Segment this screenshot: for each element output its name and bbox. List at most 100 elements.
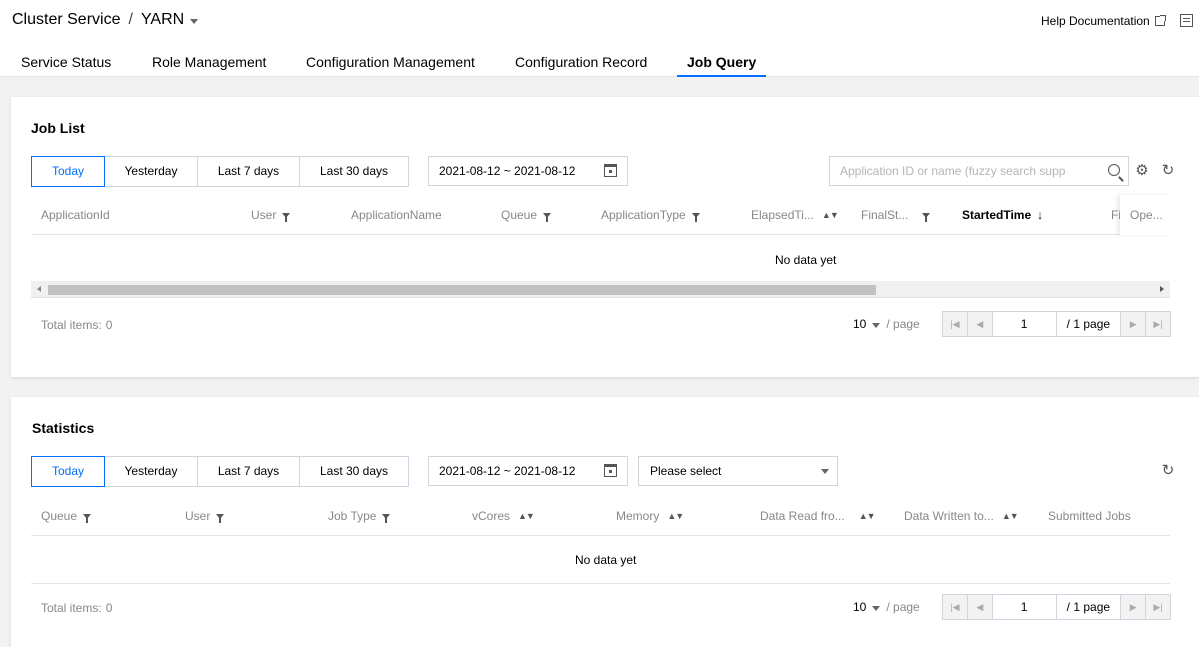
tab-service-status[interactable]: Service Status (21, 54, 111, 83)
horizontal-scrollbar[interactable] (31, 281, 1170, 298)
range-today[interactable]: Today (31, 156, 105, 187)
filter-icon[interactable] (922, 213, 931, 222)
col-elapsed-time: ElapsedTi... ▲▼ (751, 195, 839, 235)
tab-role-management[interactable]: Role Management (152, 54, 266, 83)
top-bar: Cluster Service / YARN Help Documentatio… (0, 0, 1199, 77)
filter-icon[interactable] (282, 213, 291, 222)
external-link-icon (1154, 15, 1166, 26)
tab-configuration-record[interactable]: Configuration Record (515, 54, 647, 83)
scroll-right-arrow-icon[interactable] (1160, 286, 1164, 292)
prev-page-button[interactable]: ◀ (967, 312, 993, 336)
col-submitted-jobs: Submitted Jobs (1048, 509, 1131, 523)
empty-state-text: No data yet (575, 553, 637, 567)
filter-icon[interactable] (382, 514, 391, 523)
component-label: YARN (140, 11, 185, 28)
col-application-type: ApplicationType (601, 195, 700, 235)
refresh-icon[interactable]: ↻ (1161, 163, 1175, 178)
col-application-id: ApplicationId (41, 208, 110, 222)
select-placeholder: Please select (650, 464, 722, 478)
breadcrumb-service[interactable]: Cluster Service (12, 11, 120, 29)
statistics-select[interactable]: Please select (638, 456, 838, 486)
empty-state-text: No data yet (775, 253, 837, 267)
chevron-down-icon (821, 469, 829, 474)
date-range-value: 2021-08-12 ~ 2021-08-12 (439, 164, 576, 178)
calendar-icon (604, 164, 617, 177)
page-number-input[interactable]: 1 (993, 312, 1057, 336)
refresh-icon[interactable]: ↻ (1161, 463, 1175, 478)
pagination: |◀ ◀ 1 / 1 page ▶ ▶| (942, 594, 1171, 620)
col-final-status: FinalSt... (861, 195, 931, 235)
last-page-button[interactable]: ▶| (1145, 312, 1170, 336)
statistics-range-selector: Today Yesterday Last 7 days Last 30 days (31, 456, 409, 487)
tab-configuration-management[interactable]: Configuration Management (306, 54, 475, 83)
range-today[interactable]: Today (31, 456, 105, 487)
sort-icon[interactable]: ▲▼ (667, 496, 684, 536)
sort-descending-icon[interactable]: ↓ (1037, 195, 1043, 235)
calendar-icon (604, 464, 617, 477)
range-yesterday[interactable]: Yesterday (105, 457, 198, 486)
breadcrumb: Cluster Service / YARN (12, 11, 199, 29)
range-last-7-days[interactable]: Last 7 days (198, 457, 300, 486)
page-size-selector[interactable]: 10/ page (853, 600, 920, 614)
filter-icon[interactable] (543, 213, 552, 222)
first-page-button[interactable]: |◀ (943, 595, 968, 619)
job-list-panel: Job List Today Yesterday Last 7 days Las… (11, 97, 1199, 377)
prev-page-button[interactable]: ◀ (967, 595, 993, 619)
component-selector[interactable]: YARN (140, 11, 199, 29)
chevron-down-icon (190, 18, 199, 24)
col-operation: Ope... (1120, 195, 1170, 235)
col-user: User (185, 496, 225, 536)
job-list-table-header: ApplicationId User ApplicationName Queue… (31, 195, 1170, 235)
job-list-date-range-picker[interactable]: 2021-08-12 ~ 2021-08-12 (428, 156, 628, 186)
table-divider (31, 583, 1170, 584)
filter-icon[interactable] (691, 213, 700, 222)
first-page-button[interactable]: |◀ (943, 312, 968, 336)
tab-job-query[interactable]: Job Query (676, 54, 767, 77)
search-icon[interactable] (1108, 164, 1120, 176)
last-page-button[interactable]: ▶| (1145, 595, 1170, 619)
statistics-title: Statistics (32, 420, 95, 436)
filter-icon[interactable] (83, 514, 92, 523)
settings-gear-icon[interactable]: ⚙ (1135, 163, 1149, 178)
range-last-7-days[interactable]: Last 7 days (198, 157, 300, 186)
scrollbar-thumb[interactable] (48, 285, 876, 295)
range-last-30-days[interactable]: Last 30 days (300, 457, 408, 486)
range-last-30-days[interactable]: Last 30 days (300, 157, 408, 186)
filter-icon[interactable] (216, 514, 225, 523)
scroll-left-arrow-icon[interactable] (37, 286, 41, 292)
col-data-read: Data Read fro... ▲▼ (760, 496, 876, 536)
pagination: |◀ ◀ 1 / 1 page ▶ ▶| (942, 311, 1171, 337)
next-page-button[interactable]: ▶ (1120, 312, 1146, 336)
chevron-down-icon (872, 606, 881, 611)
chevron-down-icon (872, 323, 881, 328)
col-memory: Memory ▲▼ (616, 496, 684, 536)
breadcrumb-separator: / (128, 11, 133, 28)
date-range-value: 2021-08-12 ~ 2021-08-12 (439, 464, 576, 478)
col-queue: Queue (41, 496, 92, 536)
page-size-selector[interactable]: 10/ page (853, 317, 920, 331)
page-number-input[interactable]: 1 (993, 595, 1057, 619)
application-search-input[interactable]: Application ID or name (fuzzy search sup… (829, 156, 1129, 186)
page-total: / 1 page (1066, 600, 1111, 614)
search-placeholder: Application ID or name (fuzzy search sup… (840, 164, 1066, 178)
sort-icon[interactable]: ▲▼ (859, 496, 876, 536)
sort-icon[interactable]: ▲▼ (518, 496, 535, 536)
col-user: User (251, 195, 291, 235)
total-items: Total items: 0 (41, 318, 113, 332)
statistics-table-header: Queue User Job Type vCores ▲▼ Memory ▲▼ Da… (31, 496, 1170, 536)
sort-icon[interactable]: ▲▼ (822, 195, 839, 235)
statistics-panel: Statistics Today Yesterday Last 7 days L… (11, 397, 1199, 647)
col-vcores: vCores ▲▼ (472, 496, 535, 536)
page-total: / 1 page (1066, 317, 1111, 331)
help-documentation-link[interactable]: Help Documentation (1041, 14, 1166, 28)
job-list-title: Job List (31, 120, 85, 136)
job-list-range-selector: Today Yesterday Last 7 days Last 30 days (31, 156, 409, 187)
col-queue: Queue (501, 195, 552, 235)
document-list-icon[interactable] (1180, 14, 1193, 27)
range-yesterday[interactable]: Yesterday (105, 157, 198, 186)
col-started-time: StartedTime ↓ (962, 195, 1043, 235)
statistics-date-range-picker[interactable]: 2021-08-12 ~ 2021-08-12 (428, 456, 628, 486)
help-label: Help Documentation (1041, 14, 1150, 28)
sort-icon[interactable]: ▲▼ (1002, 496, 1019, 536)
next-page-button[interactable]: ▶ (1120, 595, 1146, 619)
